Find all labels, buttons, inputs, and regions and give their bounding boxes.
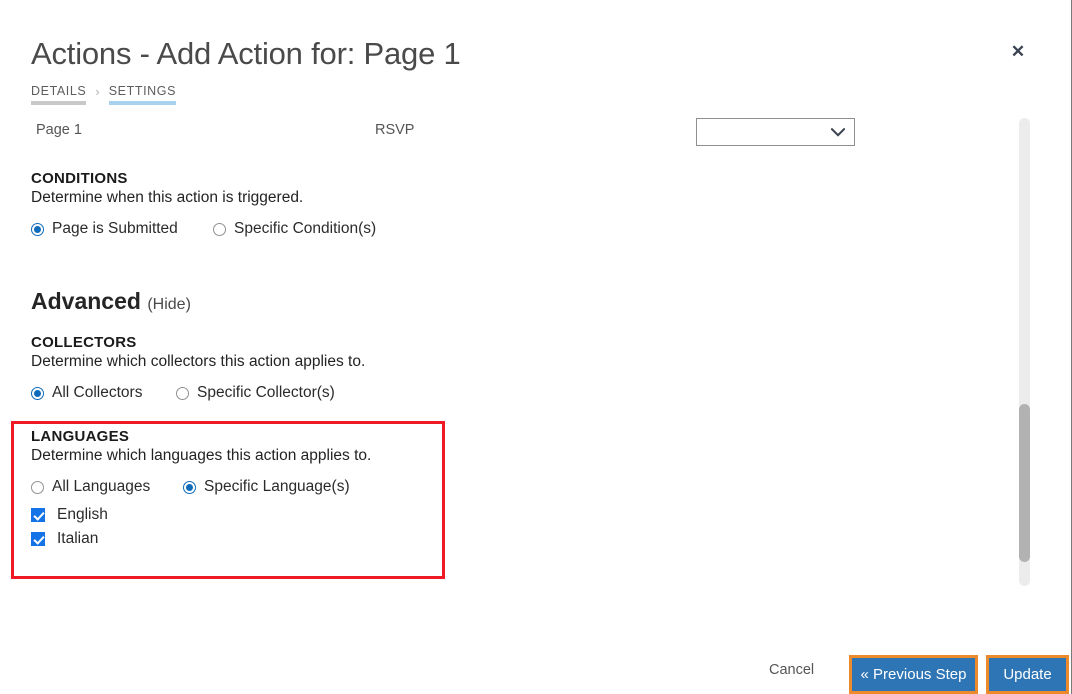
page-title: Actions - Add Action for: Page 1: [31, 36, 461, 71]
radio-all-collectors-label: All Collectors: [52, 384, 143, 401]
languages-radio-group: All Languages Specific Language(s): [31, 478, 371, 496]
radio-specific-conditions-indicator[interactable]: [213, 222, 226, 236]
radio-all-collectors[interactable]: All Collectors: [31, 384, 176, 402]
advanced-hide-toggle[interactable]: (Hide): [147, 296, 191, 313]
vertical-scrollbar[interactable]: [1019, 118, 1030, 586]
previous-step-button[interactable]: « Previous Step: [849, 655, 978, 694]
checkbox-english-label: English: [57, 506, 108, 523]
collectors-section: COLLECTORS Determine which collectors th…: [31, 334, 365, 402]
add-action-dialog: Actions - Add Action for: Page 1 ✕ DETAI…: [0, 0, 1072, 694]
radio-specific-conditions[interactable]: Specific Condition(s): [213, 220, 376, 238]
checkbox-italian[interactable]: Italian: [31, 530, 371, 548]
radio-all-languages-label: All Languages: [52, 478, 151, 495]
vertical-scrollbar-thumb[interactable]: [1019, 404, 1030, 562]
checkbox-english[interactable]: English: [31, 506, 371, 524]
radio-specific-languages-indicator[interactable]: [183, 480, 196, 494]
radio-specific-collectors[interactable]: Specific Collector(s): [176, 384, 335, 402]
cancel-button[interactable]: Cancel: [769, 662, 814, 678]
radio-specific-languages-label: Specific Language(s): [204, 478, 350, 495]
action-meta-row: Page 1 RSVP: [36, 122, 656, 138]
close-icon[interactable]: ✕: [1006, 40, 1030, 64]
radio-specific-conditions-label: Specific Condition(s): [234, 220, 377, 237]
action-type-select[interactable]: [696, 118, 855, 146]
breadcrumb-step-details-bar: [31, 101, 87, 105]
checkbox-italian-indicator[interactable]: [31, 532, 45, 546]
radio-all-languages[interactable]: All Languages: [31, 478, 183, 496]
meta-action-label: RSVP: [374, 122, 415, 138]
update-button[interactable]: Update: [986, 655, 1069, 694]
collectors-description: Determine which collectors this action a…: [31, 353, 366, 370]
radio-page-is-submitted[interactable]: Page is Submitted: [31, 220, 213, 238]
breadcrumb-step-settings[interactable]: SETTINGS: [108, 84, 177, 105]
chevron-right-icon: ›: [95, 84, 100, 99]
conditions-heading: CONDITIONS: [31, 170, 128, 187]
conditions-description: Determine when this action is triggered.: [31, 189, 304, 206]
radio-all-collectors-indicator[interactable]: [31, 386, 44, 400]
checkbox-italian-label: Italian: [57, 530, 99, 547]
checkbox-english-indicator[interactable]: [31, 508, 45, 522]
languages-checkbox-list: English Italian: [31, 506, 371, 548]
radio-page-is-submitted-label: Page is Submitted: [52, 220, 178, 237]
breadcrumb-step-details-label: DETAILS: [31, 84, 87, 98]
radio-specific-collectors-indicator[interactable]: [176, 386, 189, 400]
breadcrumb-step-details[interactable]: DETAILS: [31, 84, 87, 105]
collectors-radio-group: All Collectors Specific Collector(s): [31, 384, 365, 402]
meta-page-label: Page 1: [36, 122, 82, 138]
breadcrumb-step-settings-label: SETTINGS: [108, 84, 177, 98]
conditions-section: CONDITIONS Determine when this action is…: [31, 170, 376, 238]
collectors-heading: COLLECTORS: [31, 334, 137, 351]
radio-page-is-submitted-indicator[interactable]: [31, 222, 44, 236]
breadcrumb: DETAILS › SETTINGS: [31, 84, 177, 105]
advanced-title-label: Advanced: [31, 288, 141, 314]
radio-specific-collectors-label: Specific Collector(s): [197, 384, 335, 401]
languages-description: Determine which languages this action ap…: [31, 447, 372, 464]
chevron-down-icon: [831, 127, 845, 137]
radio-specific-languages[interactable]: Specific Language(s): [183, 478, 350, 496]
advanced-section-title: Advanced (Hide): [31, 288, 191, 315]
languages-section: LANGUAGES Determine which languages this…: [31, 428, 371, 548]
radio-all-languages-indicator[interactable]: [31, 480, 44, 494]
conditions-radio-group: Page is Submitted Specific Condition(s): [31, 220, 376, 238]
languages-heading: LANGUAGES: [31, 428, 130, 445]
breadcrumb-step-settings-bar: [108, 101, 177, 105]
